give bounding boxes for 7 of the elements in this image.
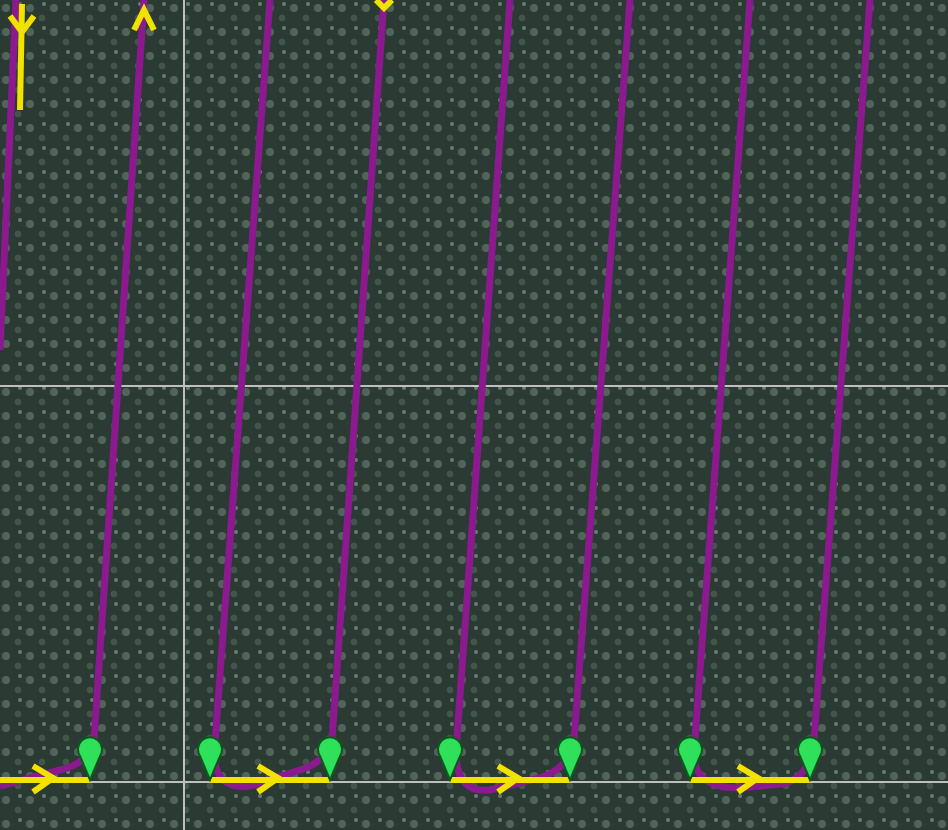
waypoint-marker-icon[interactable] [197, 736, 223, 781]
waypoint-marker-icon[interactable] [317, 736, 343, 781]
waypoint-marker-icon[interactable] [77, 736, 103, 781]
waypoint-marker-icon[interactable] [797, 736, 823, 781]
waypoint-marker-icon[interactable] [437, 736, 463, 781]
waypoint-marker-icon[interactable] [677, 736, 703, 781]
waypoint-marker-icon[interactable] [557, 736, 583, 781]
